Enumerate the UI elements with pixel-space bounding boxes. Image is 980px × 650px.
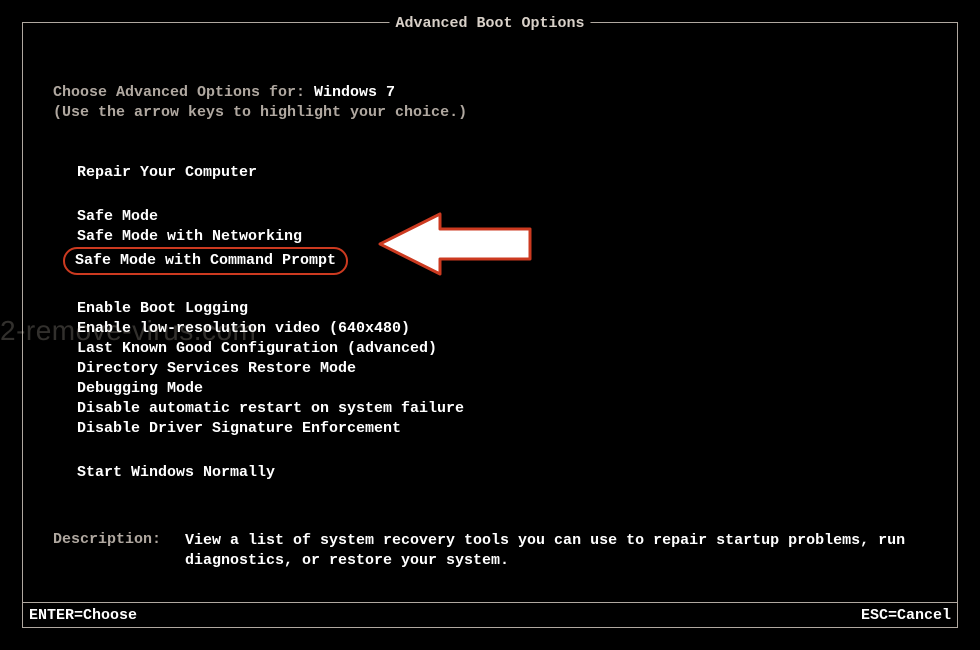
footer-enter: ENTER=Choose xyxy=(29,607,137,624)
subtitle-label: Choose Advanced Options for: xyxy=(53,84,314,101)
arrow-hint: (Use the arrow keys to highlight your ch… xyxy=(53,103,927,123)
menu-item-disable-driver-sig[interactable]: Disable Driver Signature Enforcement xyxy=(75,419,403,439)
content-area: Choose Advanced Options for: Windows 7 (… xyxy=(53,83,927,483)
footer-esc: ESC=Cancel xyxy=(861,607,951,624)
description-block: Description: View a list of system recov… xyxy=(53,531,927,571)
menu-item-debugging[interactable]: Debugging Mode xyxy=(75,379,205,399)
description-text: View a list of system recovery tools you… xyxy=(185,531,927,571)
menu-item-safe-mode-cmd[interactable]: Safe Mode with Command Prompt xyxy=(63,247,348,275)
boot-options-frame: Advanced Boot Options Choose Advanced Op… xyxy=(22,22,958,628)
boot-menu[interactable]: Repair Your Computer Safe Mode Safe Mode… xyxy=(75,163,927,483)
menu-group-normal: Start Windows Normally xyxy=(75,463,927,483)
footer-bar: ENTER=Choose ESC=Cancel xyxy=(23,602,957,628)
menu-item-safe-mode-networking[interactable]: Safe Mode with Networking xyxy=(75,227,304,247)
menu-group-safemode: Safe Mode Safe Mode with Networking Safe… xyxy=(75,207,927,275)
menu-item-repair[interactable]: Repair Your Computer xyxy=(75,163,259,183)
menu-item-low-res[interactable]: Enable low-resolution video (640x480) xyxy=(75,319,412,339)
menu-item-disable-auto-restart[interactable]: Disable automatic restart on system fail… xyxy=(75,399,466,419)
menu-group-advanced: Enable Boot Logging Enable low-resolutio… xyxy=(75,299,927,439)
menu-item-start-normally[interactable]: Start Windows Normally xyxy=(75,463,277,483)
menu-item-boot-logging[interactable]: Enable Boot Logging xyxy=(75,299,250,319)
menu-item-last-known-good[interactable]: Last Known Good Configuration (advanced) xyxy=(75,339,439,359)
menu-item-safe-mode[interactable]: Safe Mode xyxy=(75,207,160,227)
menu-group-repair: Repair Your Computer xyxy=(75,163,927,183)
menu-item-directory-services[interactable]: Directory Services Restore Mode xyxy=(75,359,358,379)
subtitle: Choose Advanced Options for: Windows 7 xyxy=(53,83,927,103)
page-title: Advanced Boot Options xyxy=(389,15,590,32)
os-name: Windows 7 xyxy=(314,84,395,101)
description-label: Description: xyxy=(53,531,185,571)
